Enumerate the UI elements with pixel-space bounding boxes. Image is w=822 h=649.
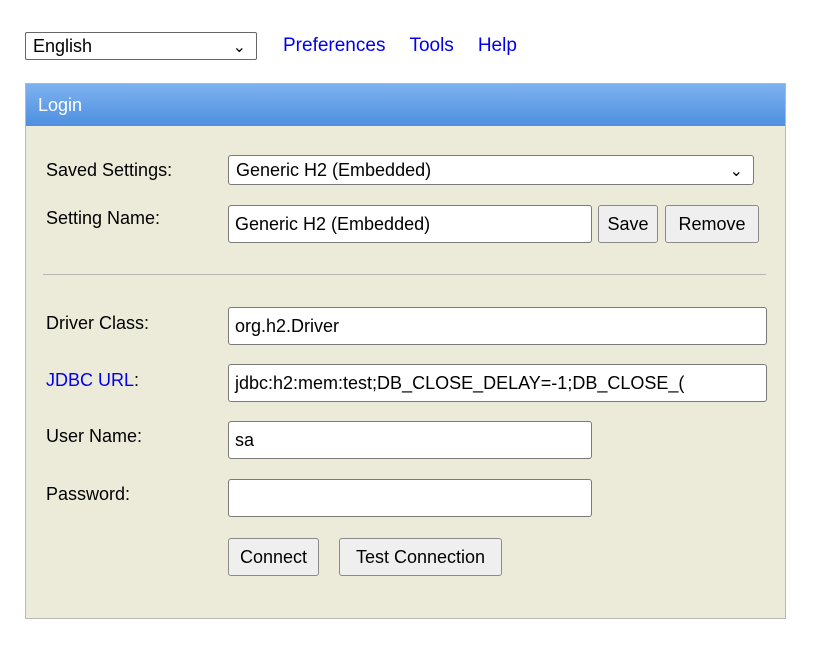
jdbc-url-link[interactable]: JDBC URL: [46, 370, 134, 390]
saved-settings-label: Saved Settings:: [46, 160, 173, 180]
language-select[interactable]: English ⌄: [25, 32, 257, 60]
saved-settings-value: Generic H2 (Embedded): [236, 159, 432, 180]
driver-class-label: Driver Class:: [46, 313, 150, 333]
jdbc-url-label-group: JDBC URL:: [46, 370, 139, 391]
top-bar: English ⌄ Preferences Tools Help: [25, 31, 541, 61]
driver-class-value: org.h2.Driver: [235, 315, 340, 336]
tools-link[interactable]: Tools: [409, 35, 453, 57]
remove-button[interactable]: Remove: [665, 205, 759, 243]
user-name-label: User Name:: [46, 426, 143, 446]
password-input[interactable]: [228, 479, 592, 517]
user-name-value: sa: [235, 429, 255, 450]
saved-settings-select[interactable]: Generic H2 (Embedded) ⌄: [228, 155, 754, 185]
save-button[interactable]: Save: [598, 205, 658, 243]
jdbc-url-colon: :: [134, 370, 140, 390]
chevron-down-icon: ⌄: [729, 163, 743, 180]
jdbc-url-value: jdbc:h2:mem:test;DB_CLOSE_DELAY=-1;DB_CL…: [235, 372, 685, 393]
help-link[interactable]: Help: [478, 35, 517, 57]
setting-name-label: Setting Name:: [46, 208, 161, 228]
test-connection-button[interactable]: Test Connection: [339, 538, 502, 576]
connect-button[interactable]: Connect: [228, 538, 319, 576]
setting-name-input[interactable]: Generic H2 (Embedded): [228, 205, 592, 243]
jdbc-url-input[interactable]: jdbc:h2:mem:test;DB_CLOSE_DELAY=-1;DB_CL…: [228, 364, 767, 402]
chevron-down-icon: ⌄: [232, 39, 246, 56]
driver-class-input[interactable]: org.h2.Driver: [228, 307, 767, 345]
password-label: Password:: [46, 484, 131, 504]
setting-name-value: Generic H2 (Embedded): [235, 213, 431, 234]
top-links: Preferences Tools Help: [283, 35, 541, 57]
preferences-link[interactable]: Preferences: [283, 35, 385, 57]
login-panel: Login Saved Settings: Generic H2 (Embedd…: [25, 83, 786, 619]
login-header: Login: [26, 84, 785, 126]
login-title: Login: [38, 94, 83, 115]
divider: [43, 274, 766, 275]
user-name-input[interactable]: sa: [228, 421, 592, 459]
language-select-value: English: [33, 35, 93, 56]
